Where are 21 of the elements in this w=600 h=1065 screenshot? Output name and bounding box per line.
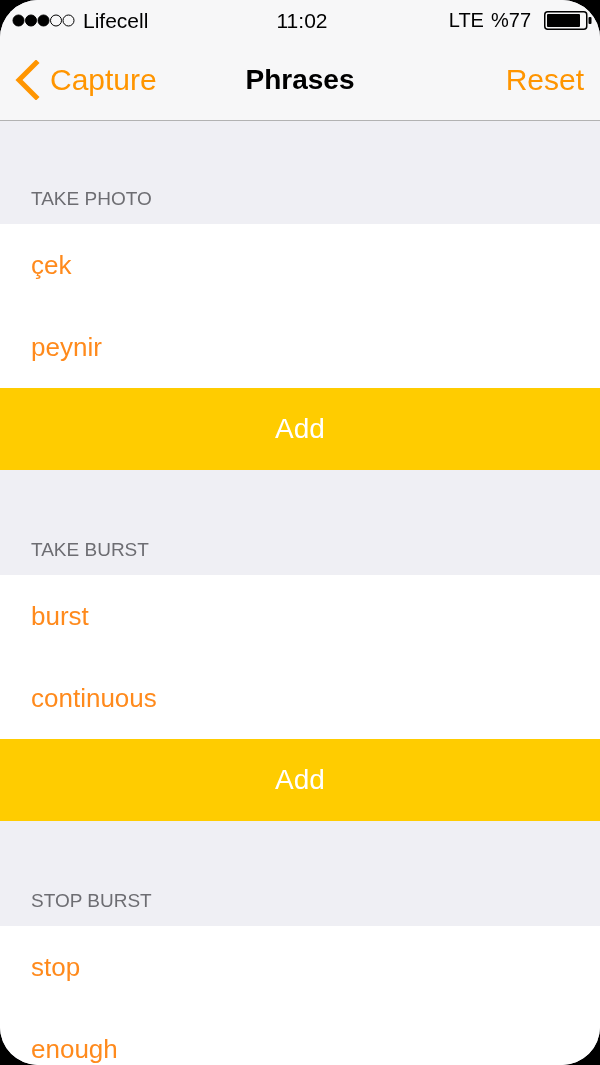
network-type: LTE [448,10,484,30]
phrase-item[interactable]: burst [0,575,600,657]
carrier-name: Lifecell [83,9,149,31]
chevron-left-icon [14,60,40,100]
signal-strength-icon [12,13,75,27]
phrase-item[interactable]: çek [0,224,600,306]
phrase-item[interactable]: peynir [0,306,600,388]
section-header: TAKE BURST [31,540,149,559]
add-button[interactable]: Add [0,739,600,821]
back-button[interactable]: Capture [14,60,157,100]
phrase-item[interactable]: continuous [0,657,600,739]
phrase-item[interactable]: enough [0,1008,600,1065]
navigation-title: Phrases [245,66,355,94]
battery-icon [544,10,592,30]
add-button[interactable]: Add [0,388,600,470]
battery-percentage: %77 [490,10,531,30]
phrase-item[interactable]: stop [0,926,600,1008]
section-header: STOP BURST [31,891,152,910]
status-time: 11:02 [276,9,328,31]
section-header: TAKE PHOTO [31,189,152,208]
reset-button[interactable]: Reset [505,65,584,95]
